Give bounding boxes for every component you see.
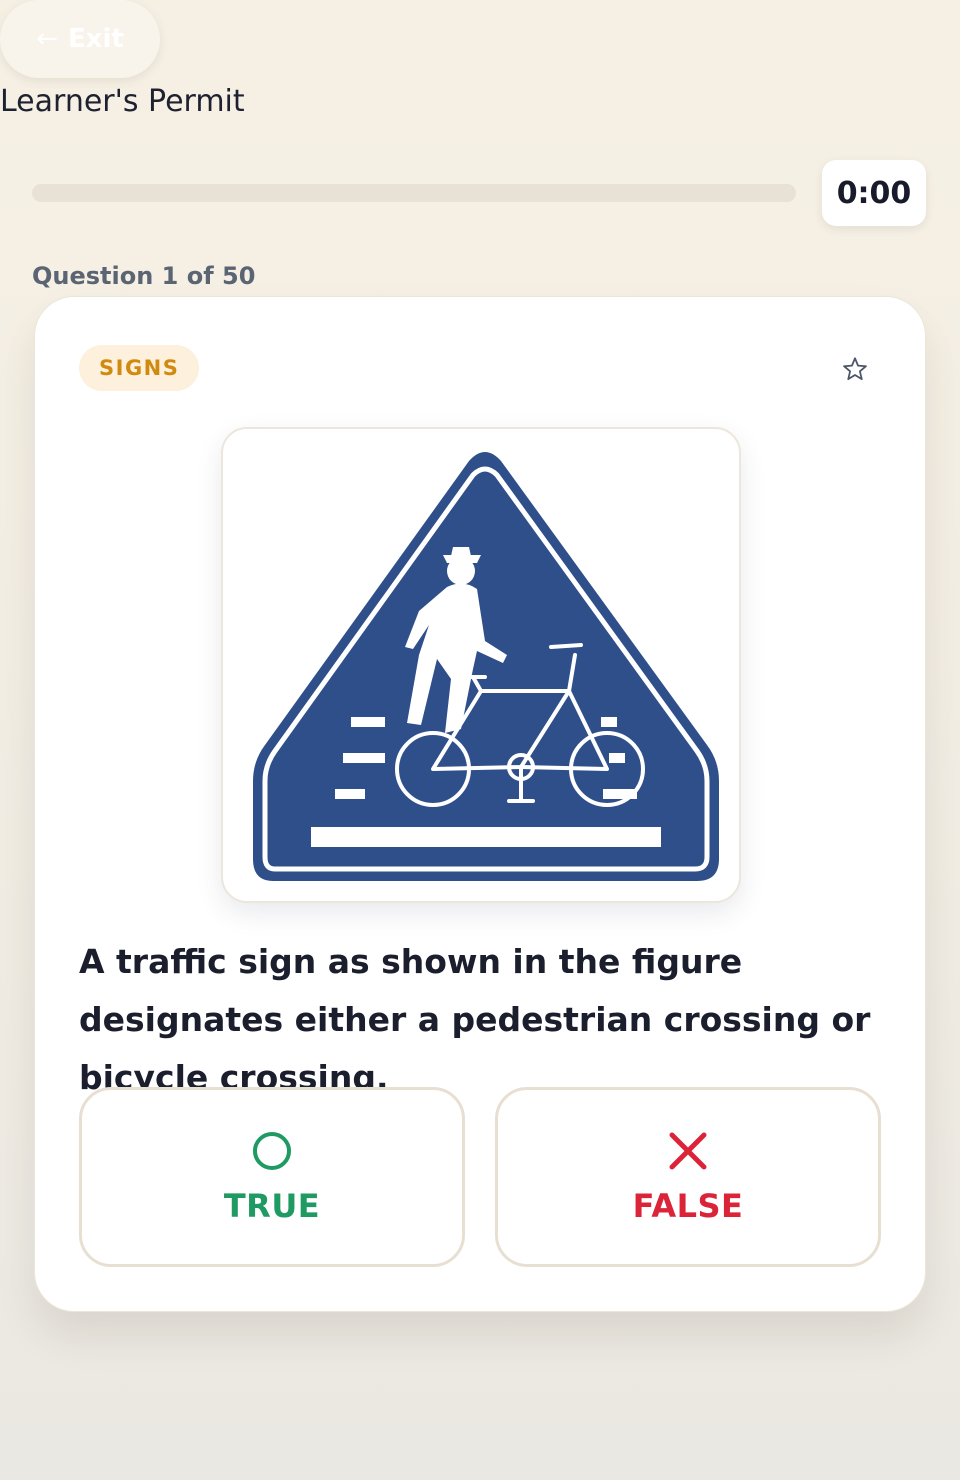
arrow-left-icon: ← [36, 24, 58, 54]
false-button[interactable]: FALSE [495, 1087, 881, 1267]
category-badge: SIGNS [79, 345, 200, 391]
exit-button[interactable]: ← Exit [0, 0, 160, 78]
progress-bar [32, 184, 796, 202]
star-icon [843, 357, 867, 381]
pedestrian-bicycle-crossing-sign-icon [253, 452, 719, 881]
question-card: SIGNS A traffic sign as shown in the fig… [34, 296, 926, 1312]
circle-icon [253, 1132, 291, 1170]
sign-image [221, 427, 741, 903]
app-title: Learner's Permit [0, 84, 245, 119]
true-label: TRUE [223, 1187, 321, 1225]
true-button[interactable]: TRUE [79, 1087, 465, 1267]
question-text: A traffic sign as shown in the figure de… [79, 942, 871, 1097]
cross-icon [669, 1132, 707, 1170]
exit-label: Exit [67, 24, 124, 54]
bookmark-button[interactable] [835, 349, 875, 389]
question-counter: Question 1 of 50 [32, 262, 256, 290]
false-label: FALSE [632, 1187, 744, 1225]
timer: 0:00 [822, 160, 926, 226]
